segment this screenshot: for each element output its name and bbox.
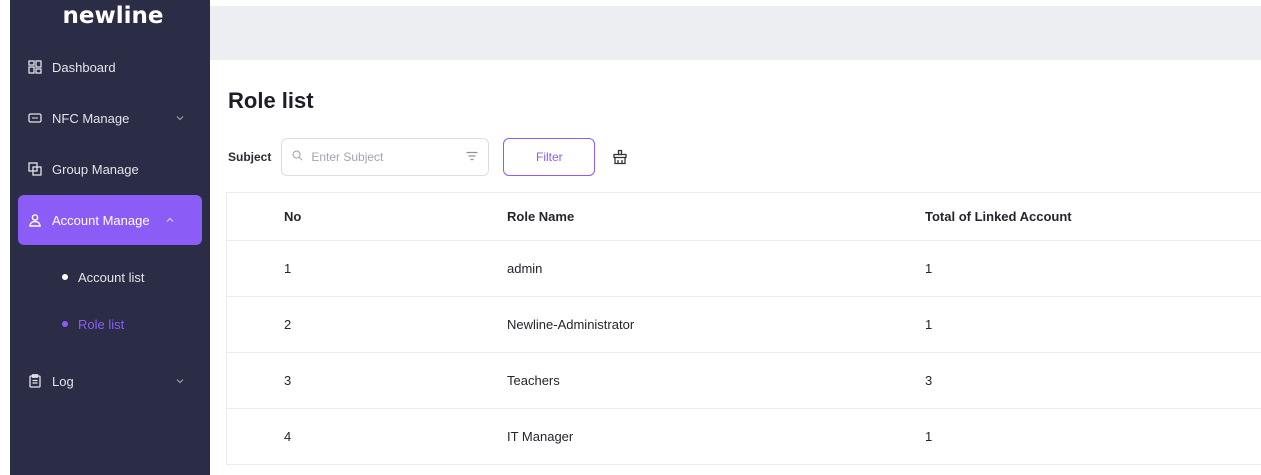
chevron-down-icon [174,112,186,124]
subject-label: Subject [228,150,272,164]
page-title: Role list [228,88,314,113]
column-header-no[interactable]: No [227,209,507,224]
table-row[interactable]: 2 Newline-Administrator 1 [227,297,1261,353]
clipboard-icon [28,374,42,388]
chevron-up-icon [164,214,176,226]
sidebar-item-label: Account Manage [52,212,150,228]
search-icon [292,148,303,166]
table-row[interactable]: 4 IT Manager 1 [227,409,1261,465]
cell-no: 2 [284,317,292,332]
filter-lines-icon[interactable] [466,148,478,166]
cell-total-linked: 1 [925,317,933,332]
role-table: No Role Name Total of Linked Account 1 a… [226,192,1261,465]
table-row[interactable]: 3 Teachers 3 [227,353,1261,409]
brand-logo: newline [62,3,164,29]
sidebar-subitem-role-list[interactable]: Role list [18,304,202,344]
top-header-bar [210,6,1261,60]
sidebar-subitem-account-list[interactable]: Account list [18,257,202,297]
sidebar-item-label: Log [52,373,74,389]
sidebar-subitem-label: Account list [78,269,145,285]
sidebar-item-account-manage[interactable]: Account Manage [18,195,202,245]
cell-total-linked: 1 [925,429,933,444]
group-icon [28,162,42,176]
sidebar-item-label: NFC Manage [52,110,130,126]
cell-role-name: IT Manager [507,429,574,444]
bullet-dot-icon [62,274,68,280]
sidebar-item-label: Dashboard [52,59,116,75]
user-icon [28,213,42,227]
filter-bar: Subject Filter [228,138,629,176]
cell-no: 4 [284,429,292,444]
cell-role-name: Teachers [507,373,560,388]
cell-role-name: Newline-Administrator [507,317,635,332]
cell-no: 1 [284,261,292,276]
cell-total-linked: 3 [925,373,933,388]
sidebar-item-label: Group Manage [52,161,139,177]
sidebar-item-dashboard[interactable]: Dashboard [18,42,202,92]
cell-total-linked: 1 [925,261,933,276]
sidebar-item-log[interactable]: Log [18,356,202,406]
filter-button[interactable]: Filter [503,138,596,176]
sidebar-subitem-label: Role list [78,316,125,332]
cell-no: 3 [284,373,292,388]
sidebar-item-nfc-manage[interactable]: NFC Manage [18,93,202,143]
table-row[interactable]: 1 admin 1 [227,241,1261,297]
sidebar-item-group-manage[interactable]: Group Manage [18,144,202,194]
subject-input[interactable] [311,150,467,164]
nfc-icon [28,111,42,125]
table-header-row: No Role Name Total of Linked Account [227,193,1261,241]
column-header-role-name[interactable]: Role Name [507,209,925,224]
dashboard-icon [28,60,42,74]
clear-filter-icon[interactable] [611,148,629,166]
app-window: newline Dashboard NFC Manage Group Manag… [0,0,1261,475]
column-header-total-linked[interactable]: Total of Linked Account [925,209,1261,224]
chevron-down-icon [174,375,186,387]
bullet-dot-icon [62,321,68,327]
sidebar: newline Dashboard NFC Manage Group Manag… [10,0,210,475]
cell-role-name: admin [507,261,543,276]
subject-search-box[interactable] [281,138,490,176]
